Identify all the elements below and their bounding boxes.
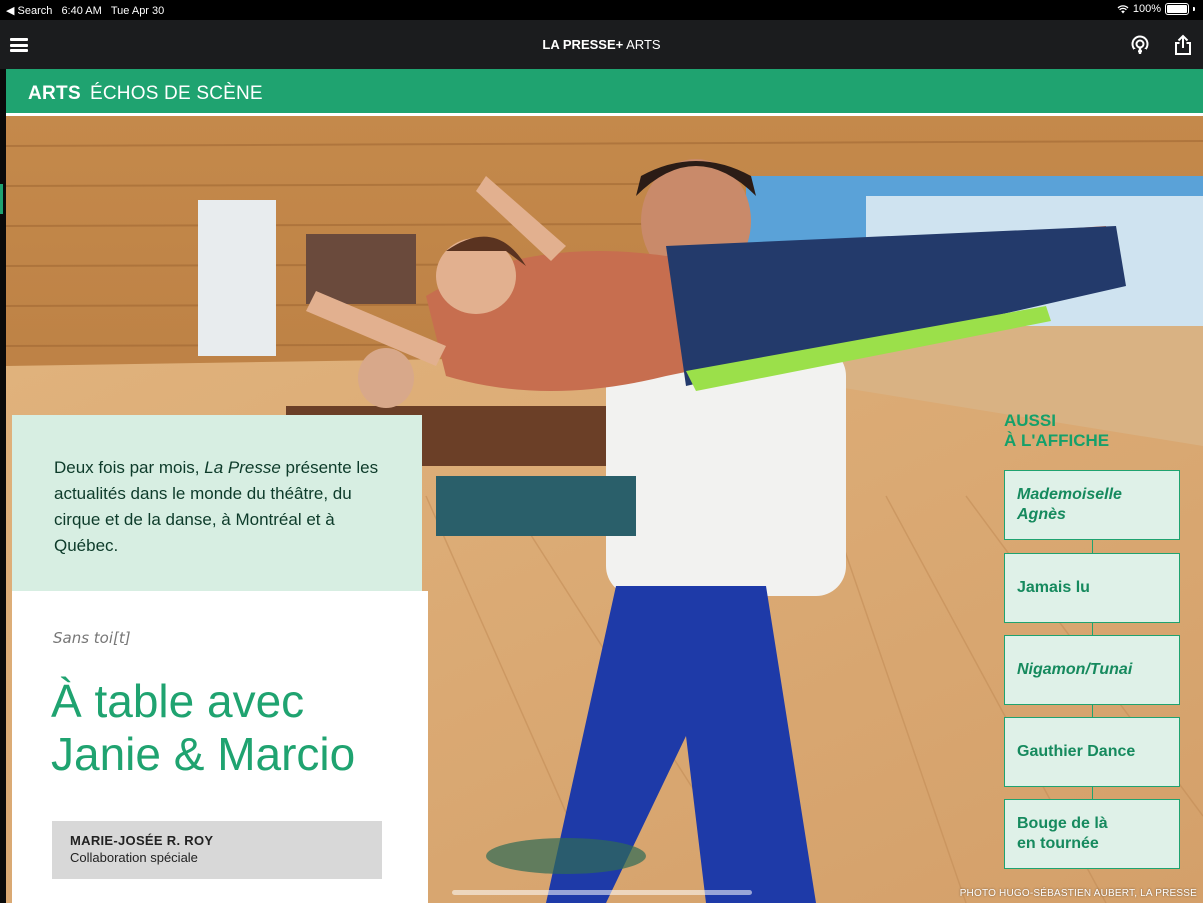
intro-publication: La Presse xyxy=(204,458,281,477)
home-indicator xyxy=(452,890,752,895)
app-title: LA PRESSE+ ARTS xyxy=(0,37,1203,52)
status-right: 100% xyxy=(1117,3,1195,15)
battery-icon xyxy=(1165,3,1189,15)
status-left: ◀ Search 6:40 AM Tue Apr 30 xyxy=(6,4,164,17)
headline-line-1: À table avec xyxy=(51,675,305,727)
section-header: ARTS ÉCHOS DE SCÈNE xyxy=(6,69,1203,116)
article-headline[interactable]: À table avec Janie & Marcio xyxy=(51,675,421,781)
aside-item-gauthier-dance[interactable]: Gauthier Dance xyxy=(1004,717,1180,787)
aside-item-label: Mademoiselle Agnès xyxy=(1017,486,1122,523)
battery-percent: 100% xyxy=(1132,3,1161,15)
aside-item-nigamon-tunai[interactable]: Nigamon/Tunai xyxy=(1004,635,1180,705)
author-name: MARIE-JOSÉE R. ROY xyxy=(70,833,214,848)
aside-item-bouge-de-la[interactable]: Bouge de là en tournée xyxy=(1004,799,1180,869)
photo-credit: PHOTO HUGO-SÉBASTIEN AUBERT, LA PRESSE xyxy=(959,888,1197,899)
aside-item-label: Bouge de là en tournée xyxy=(1017,815,1108,852)
page-position-marker xyxy=(0,184,3,214)
app-section: ARTS xyxy=(626,37,661,52)
app-bar: LA PRESSE+ ARTS xyxy=(0,20,1203,69)
status-bar: ◀ Search 6:40 AM Tue Apr 30 100% xyxy=(0,0,1203,20)
intro-text-a: Deux fois par mois, xyxy=(54,458,205,477)
article-kicker: Sans toi[t] xyxy=(53,629,131,647)
aside-item-jamais-lu[interactable]: Jamais lu xyxy=(1004,553,1180,623)
battery-tip xyxy=(1193,7,1195,11)
article-card[interactable]: Sans toi[t] À table avec Janie & Marcio … xyxy=(12,591,428,903)
app-brand: LA PRESSE+ xyxy=(542,37,624,52)
section-label: ARTS xyxy=(28,83,81,104)
status-time: 6:40 AM xyxy=(61,5,102,17)
aside-item-label: Gauthier Dance xyxy=(1017,743,1136,760)
byline: MARIE-JOSÉE R. ROY Collaboration spécial… xyxy=(52,821,382,879)
aside-item-label: Nigamon/Tunai xyxy=(1017,661,1133,678)
podcast-icon[interactable] xyxy=(1129,35,1151,55)
aside-title-line-2: À L'AFFICHE xyxy=(1004,431,1110,450)
intro-card: Deux fois par mois, La Presse présente l… xyxy=(12,415,422,591)
share-icon[interactable] xyxy=(1173,34,1193,56)
aside-title: AUSSI À L'AFFICHE xyxy=(1004,411,1109,451)
headline-line-2: Janie & Marcio xyxy=(51,728,356,780)
author-role: Collaboration spéciale xyxy=(70,850,198,865)
aside-item-mademoiselle-agnes[interactable]: Mademoiselle Agnès xyxy=(1004,470,1180,540)
status-date: Tue Apr 30 xyxy=(110,5,165,17)
section-subtitle: ÉCHOS DE SCÈNE xyxy=(90,83,263,104)
aside-title-line-1: AUSSI xyxy=(1004,411,1056,430)
back-to-search-link[interactable]: ◀ Search xyxy=(6,5,52,17)
aside-item-label: Jamais lu xyxy=(1017,579,1090,596)
wifi-icon xyxy=(1117,5,1129,14)
